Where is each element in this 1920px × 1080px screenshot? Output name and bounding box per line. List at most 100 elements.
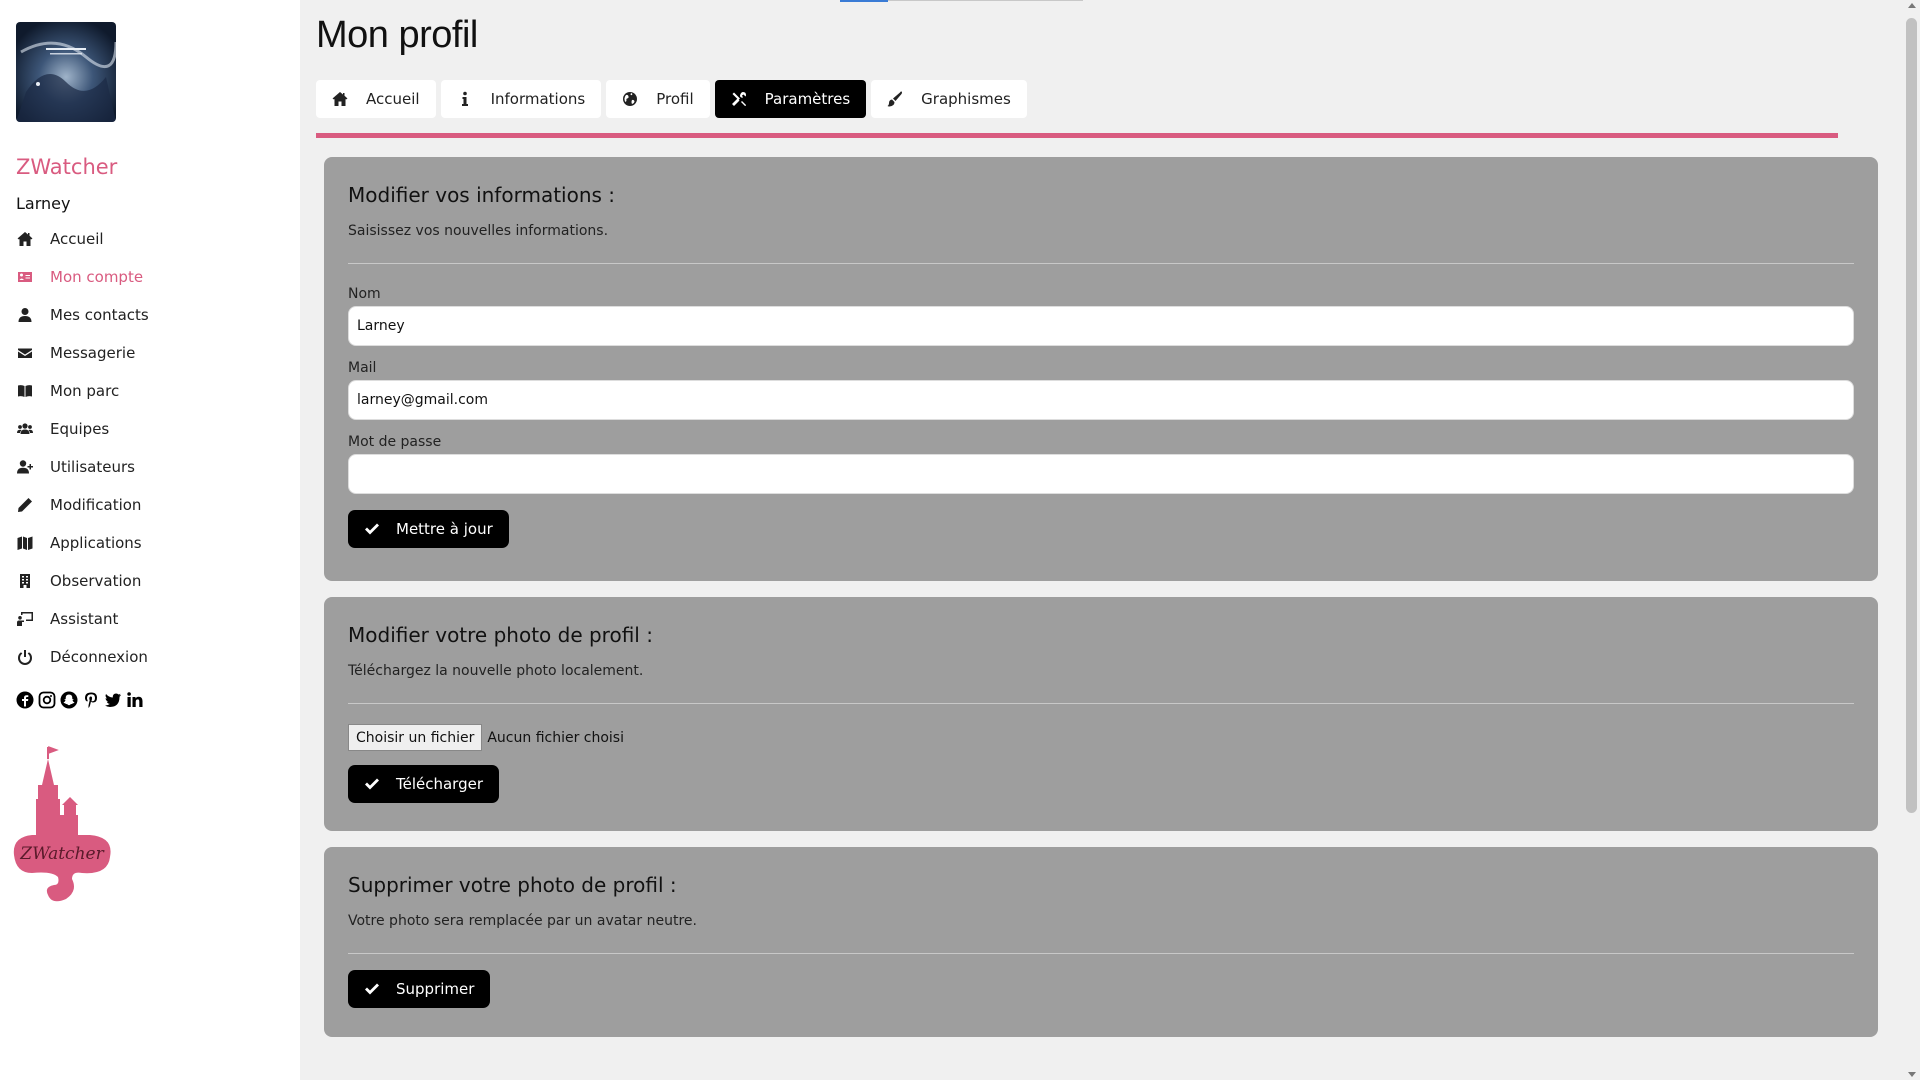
card-title: Modifier votre photo de profil :	[348, 623, 653, 647]
sidebar-item-label: Déconnexion	[50, 648, 148, 666]
sidebar: ZWatcher Larney Accueil Mon compte Mes c…	[0, 0, 300, 1080]
card-title: Supprimer votre photo de profil :	[348, 873, 677, 897]
tab-label: Graphismes	[921, 90, 1011, 108]
sidebar-item-modification[interactable]: Modification	[16, 486, 149, 524]
sidebar-item-label: Equipes	[50, 420, 110, 438]
home-icon	[332, 91, 348, 107]
button-label: Supprimer	[396, 980, 475, 998]
facebook-icon[interactable]	[16, 691, 34, 709]
power-icon	[16, 648, 34, 666]
sidebar-item-label: Accueil	[50, 230, 104, 248]
edit-photo-card: Modifier votre photo de profil : Télécha…	[324, 597, 1878, 831]
file-status: Aucun fichier choisi	[487, 729, 624, 746]
delete-button[interactable]: Supprimer	[348, 970, 491, 1008]
tab-parametres[interactable]: Paramètres	[714, 80, 867, 118]
button-label: Mettre à jour	[396, 520, 493, 538]
upload-button[interactable]: Télécharger	[348, 765, 500, 803]
password-label: Mot de passe	[348, 434, 442, 450]
logo-text: ZWatcher	[19, 844, 104, 864]
tab-label: Profil	[656, 90, 694, 108]
card-subtitle: Votre photo sera remplacée par un avatar…	[348, 913, 697, 929]
update-button[interactable]: Mettre à jour	[348, 510, 509, 548]
mail-input[interactable]	[348, 380, 1854, 420]
tab-profil[interactable]: Profil	[606, 80, 710, 118]
edit-info-card: Modifier vos informations : Saisissez vo…	[324, 157, 1878, 581]
sidebar-item-label: Assistant	[50, 610, 119, 628]
book-icon	[16, 382, 34, 400]
sidebar-item-messagerie[interactable]: Messagerie	[16, 334, 149, 372]
sidebar-item-label: Messagerie	[50, 344, 136, 362]
button-label: Télécharger	[396, 775, 484, 793]
divider	[348, 703, 1854, 704]
username: Larney	[16, 194, 71, 213]
envelope-icon	[16, 344, 34, 362]
pinterest-icon[interactable]	[82, 691, 100, 709]
scroll-up-arrow-icon[interactable]	[1908, 3, 1916, 8]
instagram-icon[interactable]	[38, 691, 56, 709]
zwatcher-logo: ZWatcher	[12, 745, 112, 905]
user-plus-icon	[16, 458, 34, 476]
tab-informations[interactable]: Informations	[440, 80, 602, 118]
file-picker: Choisir un fichier Aucun fichier choisi	[348, 724, 1854, 751]
sidebar-nav: Accueil Mon compte Mes contacts Messager…	[16, 220, 149, 676]
mail-label: Mail	[348, 360, 377, 376]
tab-label: Paramètres	[764, 90, 851, 108]
sidebar-item-label: Applications	[50, 534, 142, 552]
user-icon	[16, 306, 34, 324]
brand-name: ZWatcher	[16, 155, 118, 179]
id-card-icon	[16, 268, 34, 286]
pencil-icon	[16, 496, 34, 514]
sidebar-item-equipes[interactable]: Equipes	[16, 410, 149, 448]
page-scrollbar[interactable]	[1903, 0, 1920, 1080]
page-title: Mon profil	[316, 14, 478, 56]
tab-label: Accueil	[366, 90, 420, 108]
snapchat-icon[interactable]	[60, 691, 78, 709]
tab-graphismes[interactable]: Graphismes	[871, 80, 1027, 118]
linkedin-icon[interactable]	[126, 691, 144, 709]
sidebar-item-mes-contacts[interactable]: Mes contacts	[16, 296, 149, 334]
scroll-down-arrow-icon[interactable]	[1908, 1072, 1916, 1077]
building-icon	[16, 572, 34, 590]
sidebar-item-assistant[interactable]: Assistant	[16, 600, 149, 638]
home-icon	[16, 230, 34, 248]
twitter-icon[interactable]	[104, 691, 122, 709]
sidebar-item-label: Utilisateurs	[50, 458, 135, 476]
card-subtitle: Téléchargez la nouvelle photo localement…	[348, 663, 644, 679]
info-icon	[457, 91, 473, 107]
map-icon	[16, 534, 34, 552]
check-icon	[364, 981, 380, 997]
card-title: Modifier vos informations :	[348, 183, 616, 207]
sidebar-item-observation[interactable]: Observation	[16, 562, 149, 600]
users-icon	[16, 420, 34, 438]
sidebar-item-label: Mon compte	[50, 268, 144, 286]
sidebar-item-applications[interactable]: Applications	[16, 524, 149, 562]
divider	[348, 263, 1854, 264]
name-label: Nom	[348, 286, 381, 302]
tab-underline	[316, 133, 1838, 138]
sidebar-item-deconnexion[interactable]: Déconnexion	[16, 638, 149, 676]
check-icon	[364, 521, 380, 537]
sidebar-item-accueil[interactable]: Accueil	[16, 220, 149, 258]
sidebar-item-utilisateurs[interactable]: Utilisateurs	[16, 448, 149, 486]
sidebar-item-mon-parc[interactable]: Mon parc	[16, 372, 149, 410]
sidebar-item-label: Mes contacts	[50, 306, 149, 324]
brush-icon	[887, 91, 903, 107]
choose-file-button[interactable]: Choisir un fichier	[348, 724, 483, 751]
avatar[interactable]	[16, 22, 116, 122]
chalkboard-user-icon	[16, 610, 34, 628]
tab-accueil[interactable]: Accueil	[316, 80, 436, 118]
tools-icon	[731, 91, 747, 107]
social-links	[16, 691, 144, 709]
name-input[interactable]	[348, 306, 1854, 346]
sidebar-item-mon-compte[interactable]: Mon compte	[16, 258, 149, 296]
sidebar-item-label: Observation	[50, 572, 142, 590]
delete-photo-card: Supprimer votre photo de profil : Votre …	[324, 847, 1878, 1037]
sidebar-item-label: Modification	[50, 496, 142, 514]
globe-icon	[622, 91, 638, 107]
top-progress-track	[888, 0, 1083, 1]
check-icon	[364, 776, 380, 792]
top-progress-indicator	[840, 0, 888, 2]
divider	[348, 953, 1854, 954]
scroll-thumb[interactable]	[1906, 18, 1917, 813]
password-input[interactable]	[348, 454, 1854, 494]
